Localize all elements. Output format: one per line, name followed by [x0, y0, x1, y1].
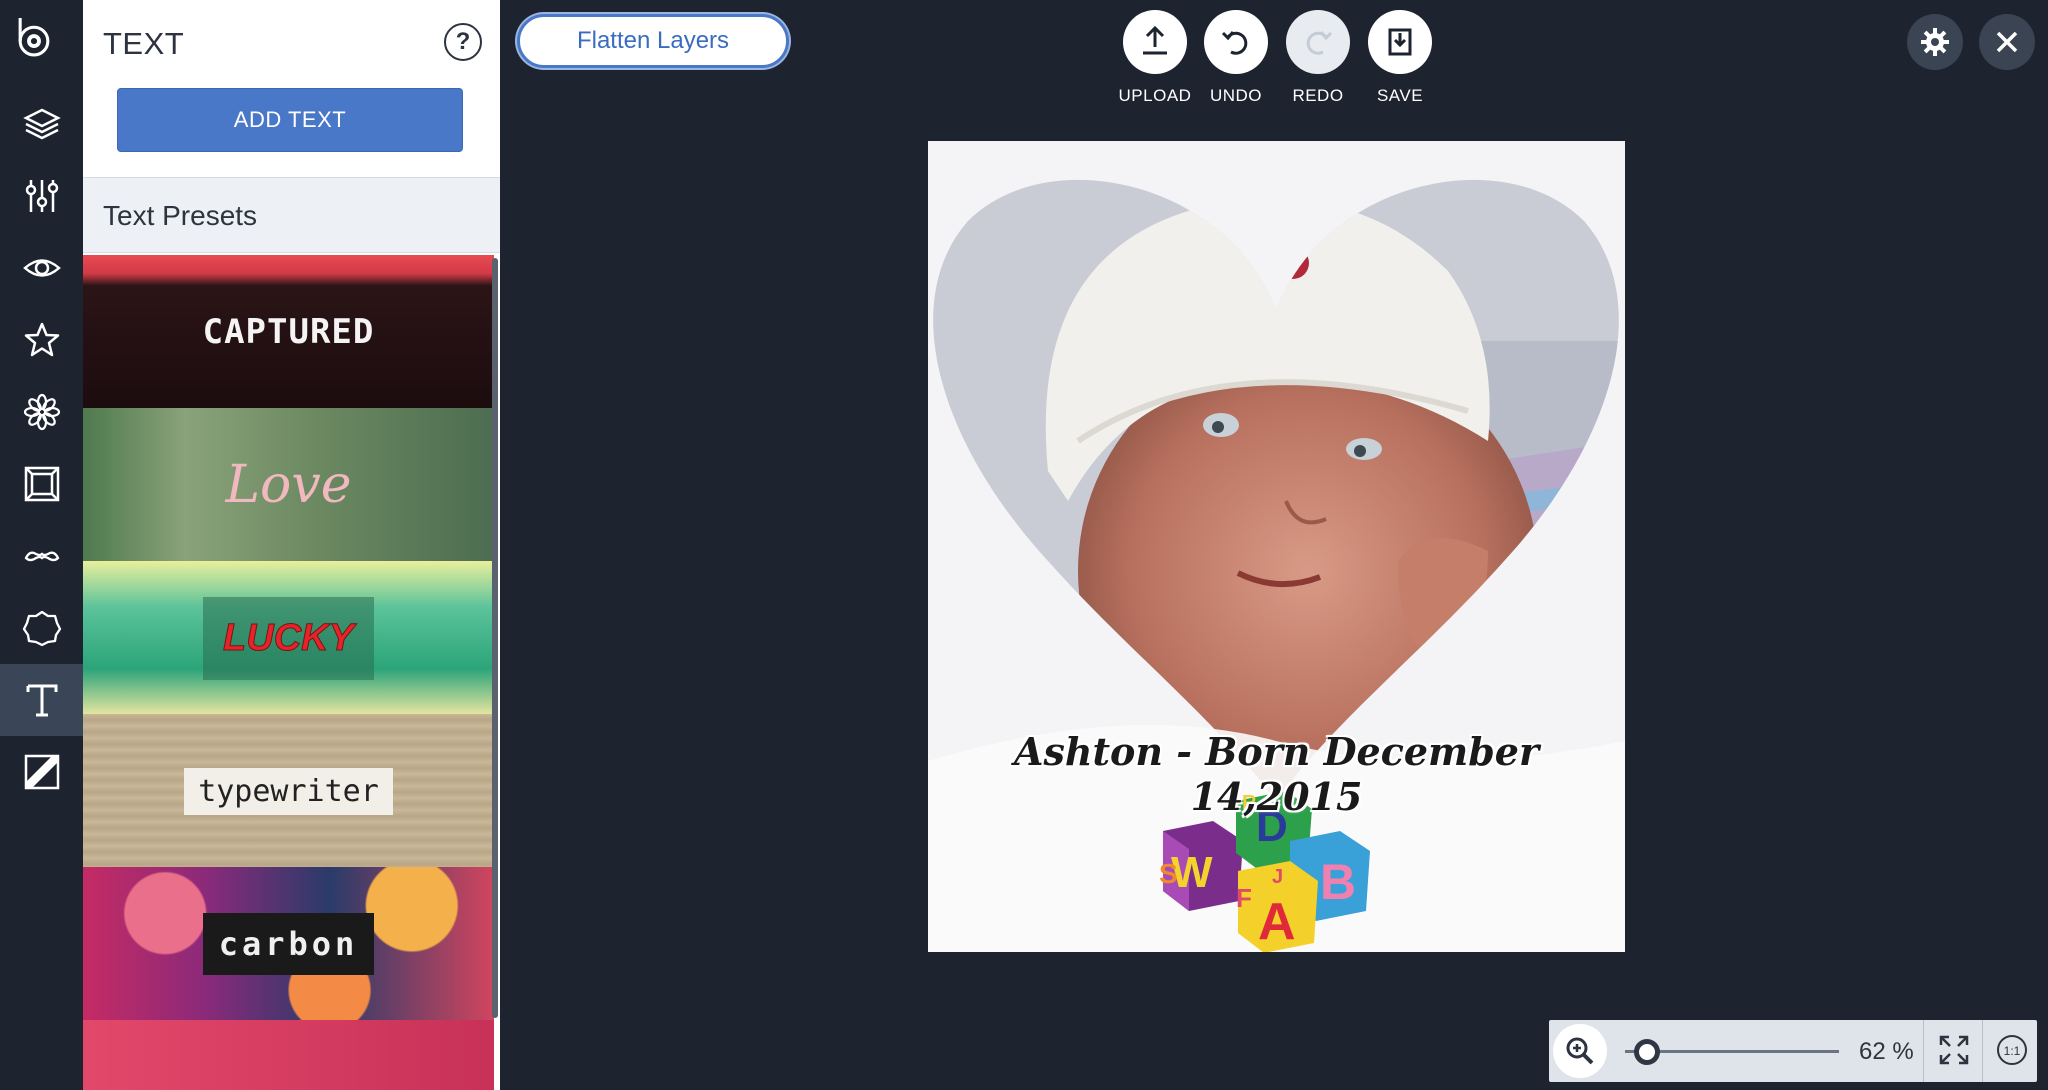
preset-captured[interactable]: CAPTURED: [83, 255, 494, 409]
zoom-in-button[interactable]: [1553, 1024, 1607, 1078]
preset-carbon[interactable]: carbon: [83, 867, 494, 1021]
undo-icon: [1221, 31, 1248, 55]
zoom-divider: [1982, 1020, 1983, 1082]
preset-typewriter[interactable]: typewriter: [83, 714, 494, 868]
preset-label: carbon: [218, 925, 359, 963]
mustache-icon[interactable]: [0, 520, 83, 592]
preset-label: CAPTURED: [202, 312, 375, 352]
text-icon[interactable]: [0, 664, 83, 736]
flatten-layers-button[interactable]: Flatten Layers: [517, 14, 789, 68]
layers-icon[interactable]: [0, 88, 83, 160]
zoom-divider: [1923, 1020, 1924, 1082]
frame-icon[interactable]: [0, 448, 83, 520]
upload-icon: [1143, 25, 1167, 55]
upload-label: UPLOAD: [1118, 86, 1192, 105]
redo-icon: [1306, 31, 1333, 55]
star-icon[interactable]: [0, 304, 83, 376]
svg-text:F: F: [1236, 883, 1252, 913]
undo-button[interactable]: UNDO: [1196, 10, 1276, 106]
gear-icon: [1921, 28, 1949, 56]
text-presets-list: CAPTURED Love LUCKY typewriter carbon: [83, 255, 500, 1090]
photo-caption-text[interactable]: Ashton - Born December 14,2015: [928, 729, 1625, 819]
svg-text:J: J: [1272, 866, 1283, 888]
svg-text:1:1: 1:1: [2004, 1044, 2021, 1058]
text-presets-heading: Text Presets: [103, 200, 258, 231]
fit-screen-icon[interactable]: [1937, 1033, 1971, 1067]
save-button[interactable]: SAVE: [1360, 10, 1440, 106]
baby-photo-heart-image: W S D R B A F J: [928, 141, 1625, 952]
actual-size-icon[interactable]: 1:1: [1995, 1033, 2029, 1067]
undo-label: UNDO: [1209, 86, 1263, 105]
zoom-slider-thumb[interactable]: [1634, 1039, 1660, 1065]
preset-partial[interactable]: [83, 1020, 494, 1090]
svg-text:S: S: [1159, 858, 1178, 889]
help-icon[interactable]: ?: [444, 23, 482, 61]
preset-label: LUCKY: [223, 616, 355, 659]
add-text-button[interactable]: ADD TEXT: [117, 88, 463, 152]
text-panel: TEXT ? ADD TEXT Text Presets CAPTURED Lo…: [83, 0, 500, 1090]
zoom-bar: 62 % 1:1: [1549, 1020, 2037, 1082]
zoom-in-icon: [1566, 1037, 1594, 1065]
svg-text:A: A: [1258, 893, 1296, 951]
close-icon: [1996, 31, 2018, 53]
save-icon: [1388, 28, 1412, 56]
redo-label: REDO: [1292, 86, 1344, 105]
svg-text:B: B: [1320, 854, 1356, 910]
tool-rail: [0, 0, 83, 1090]
flower-icon[interactable]: [0, 376, 83, 448]
eye-icon[interactable]: [0, 232, 83, 304]
badge-icon[interactable]: [0, 592, 83, 664]
redo-button[interactable]: REDO: [1278, 10, 1358, 106]
close-button[interactable]: [1979, 14, 2035, 70]
zoom-level-value: 62 %: [1859, 1038, 1914, 1065]
upload-button[interactable]: UPLOAD: [1115, 10, 1195, 106]
presets-scrollbar[interactable]: [492, 258, 498, 1018]
settings-button[interactable]: [1907, 14, 1963, 70]
photo-canvas[interactable]: W S D R B A F J Ashton - Born December 1…: [928, 141, 1625, 952]
text-presets-header: Text Presets: [83, 177, 500, 253]
app-logo-icon[interactable]: [14, 18, 58, 70]
preset-love[interactable]: Love: [83, 408, 494, 562]
sliders-icon[interactable]: [0, 160, 83, 232]
preset-lucky[interactable]: LUCKY: [83, 561, 494, 715]
save-label: SAVE: [1376, 86, 1424, 105]
preset-label: Love: [225, 455, 352, 515]
preset-label: typewriter: [198, 773, 379, 809]
panel-title: TEXT: [103, 26, 185, 61]
texture-icon[interactable]: [0, 736, 83, 808]
